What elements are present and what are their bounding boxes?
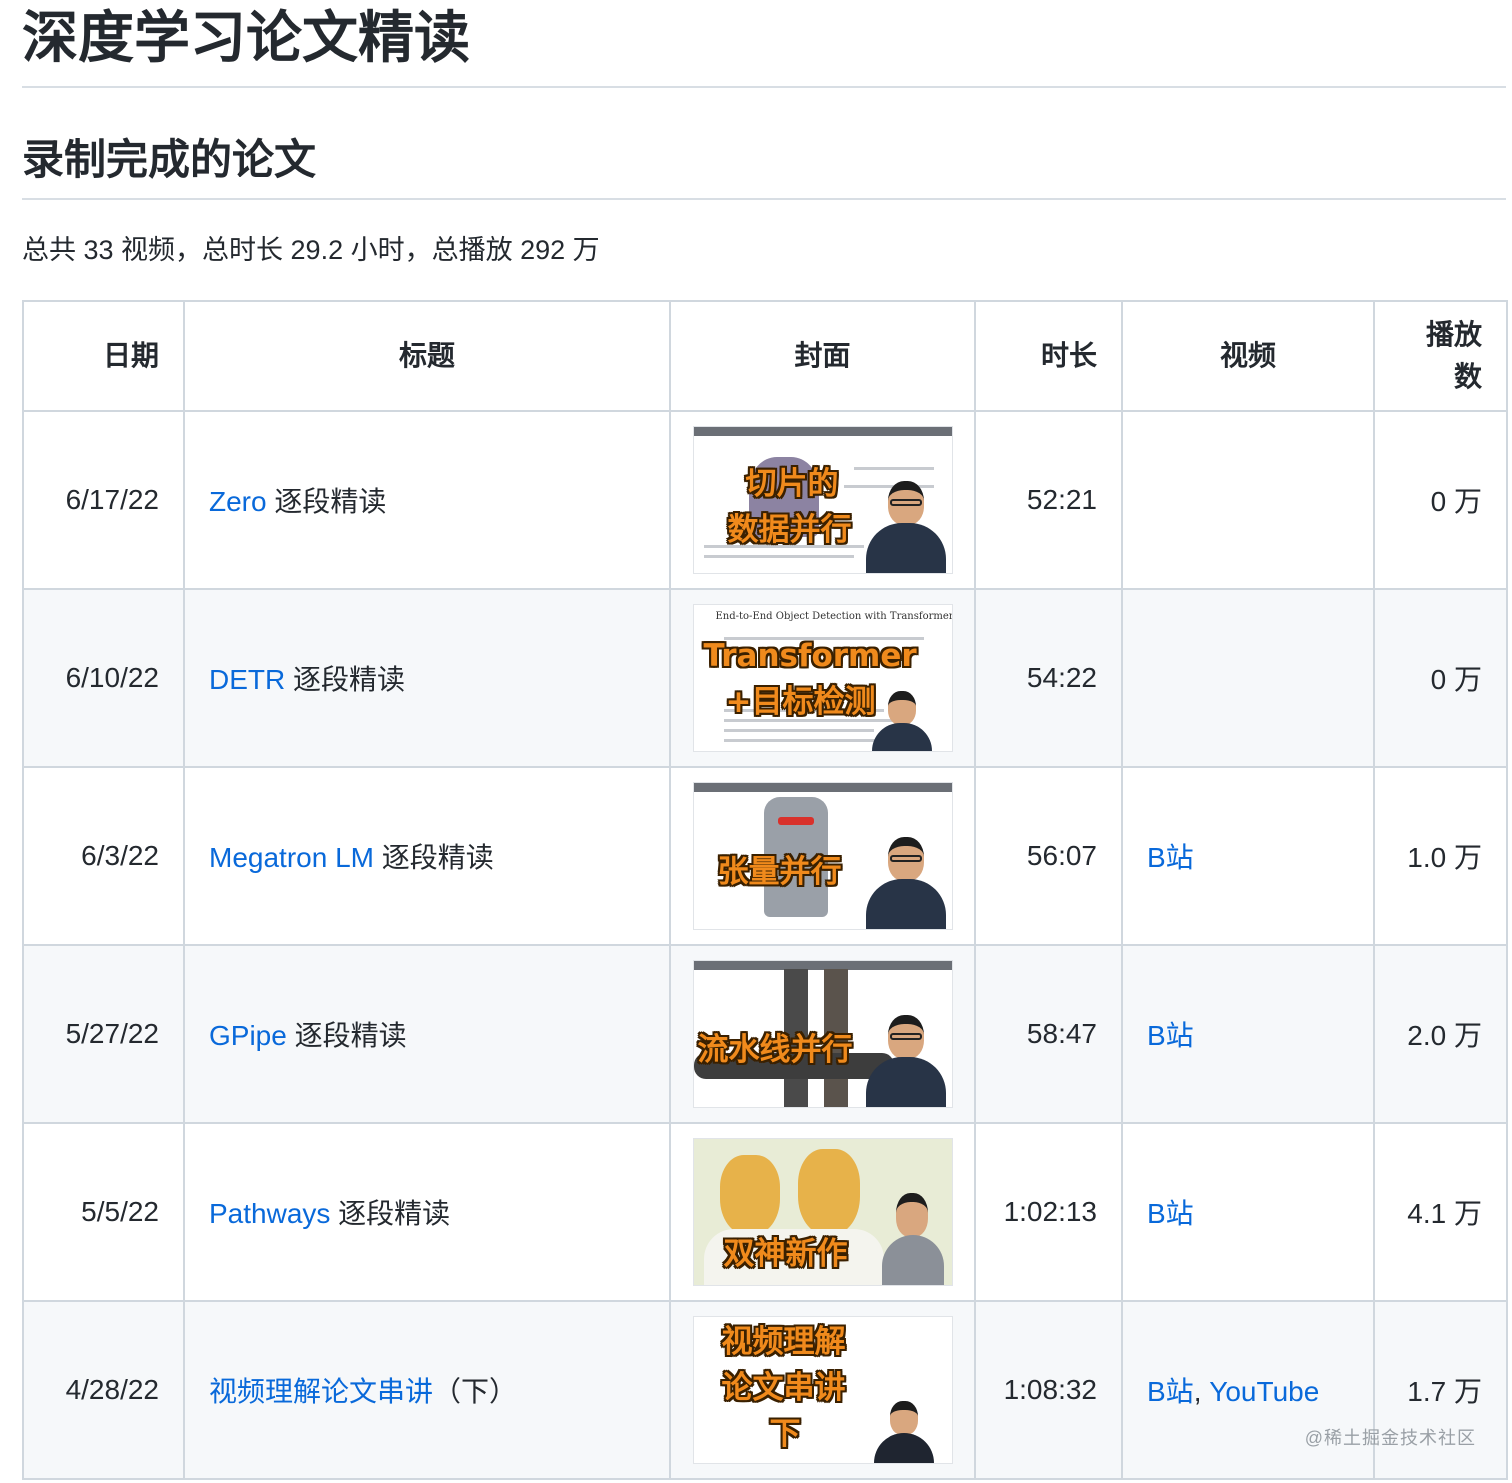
cover-caption-line2: +目标检测: [725, 684, 876, 720]
cover-thumbnail[interactable]: 张量并行: [693, 783, 952, 929]
header-plays: 播放 数: [1373, 300, 1508, 412]
cell-date: 5/27/22: [22, 944, 185, 1124]
paper-link[interactable]: GPipe: [209, 1020, 287, 1051]
cell-cover: 流水线并行: [669, 944, 976, 1124]
title-suffix: 逐段精读: [330, 1198, 451, 1229]
cell-cover: 视频理解 论文串讲 下: [669, 1300, 976, 1480]
caricature-image: [719, 1155, 780, 1235]
cell-video: B站: [1121, 766, 1375, 946]
cover-caption-line2: 论文串讲: [721, 1370, 846, 1406]
title-suffix: （下）: [433, 1376, 518, 1407]
title-suffix: 逐段精读: [373, 842, 494, 873]
link-separator: ,: [1193, 1376, 1210, 1407]
title-suffix: 逐段精读: [285, 664, 406, 695]
cell-duration: 56:07: [974, 766, 1123, 946]
cell-plays: 0 万: [1373, 588, 1508, 768]
header-title: 标题: [183, 300, 671, 412]
presenter-image: [871, 691, 932, 751]
cell-video: [1121, 588, 1375, 768]
cell-title: GPipe 逐段精读: [183, 944, 671, 1124]
cell-duration: 1:08:32: [974, 1300, 1123, 1480]
presenter-image: [873, 1401, 934, 1463]
watermark: @稀土掘金技术社区: [1304, 1428, 1476, 1448]
cover-thumbnail[interactable]: 切片的 数据并行: [693, 427, 952, 573]
table-row: 6/10/22 DETR 逐段精读 End-to-End Object Dete…: [22, 588, 1508, 768]
table-row: 6/3/22 Megatron LM 逐段精读 张量并行 56:07 B站 1.…: [22, 766, 1508, 946]
cell-date: 6/3/22: [22, 766, 185, 946]
cell-plays: 2.0 万: [1373, 944, 1508, 1124]
cell-video: B站: [1121, 944, 1375, 1124]
youtube-link[interactable]: YouTube: [1209, 1376, 1319, 1407]
cell-title: 视频理解论文串讲（下）: [183, 1300, 671, 1480]
cell-title: Zero 逐段精读: [183, 410, 671, 590]
table-row: 6/17/22 Zero 逐段精读 切片的 数据并行 52:21 0 万: [22, 410, 1508, 590]
cell-cover: 双神新作: [669, 1122, 976, 1302]
cell-plays: 1.7 万: [1373, 1300, 1508, 1480]
header-date: 日期: [22, 300, 185, 412]
readme-page: 深度学习论文精读 录制完成的论文 总共 33 视频，总时长 29.2 小时，总播…: [0, 0, 1512, 1483]
summary-text: 总共 33 视频，总时长 29.2 小时，总播放 292 万: [22, 235, 600, 265]
cover-caption-line1: 视频理解: [721, 1324, 846, 1360]
cover-paper-title: End-to-End Object Detection with Transfo…: [715, 611, 952, 622]
cell-date: 6/17/22: [22, 410, 185, 590]
cell-plays: 4.1 万: [1373, 1122, 1508, 1302]
cover-thumbnail[interactable]: 视频理解 论文串讲 下: [693, 1317, 952, 1463]
bilibili-link[interactable]: B站: [1147, 842, 1194, 873]
cell-plays: 0 万: [1373, 410, 1508, 590]
cell-video: [1121, 410, 1375, 590]
cover-thumbnail[interactable]: End-to-End Object Detection with Transfo…: [693, 605, 952, 751]
paper-link[interactable]: Zero: [209, 486, 267, 517]
cell-duration: 52:21: [974, 410, 1123, 590]
cover-caption-line1: Transformer: [703, 638, 917, 674]
cover-caption-line3: 下: [769, 1416, 801, 1452]
bilibili-link[interactable]: B站: [1147, 1376, 1194, 1407]
header-cover: 封面: [669, 300, 976, 412]
section-title: 录制完成的论文: [22, 128, 1506, 200]
cell-title: DETR 逐段精读: [183, 588, 671, 768]
paper-link[interactable]: Pathways: [209, 1198, 330, 1229]
cell-cover: End-to-End Object Detection with Transfo…: [669, 588, 976, 768]
cover-caption-line1: 流水线并行: [697, 1032, 853, 1068]
bilibili-link[interactable]: B站: [1147, 1020, 1194, 1051]
cell-duration: 1:02:13: [974, 1122, 1123, 1302]
table-row: 5/5/22 Pathways 逐段精读 双神新作 1:02:13 B站 4.1…: [22, 1122, 1508, 1302]
cell-cover: 切片的 数据并行: [669, 410, 976, 590]
presenter-image: [865, 481, 946, 573]
cover-caption-line1: 切片的: [745, 466, 839, 502]
cell-plays: 1.0 万: [1373, 766, 1508, 946]
cover-caption-line2: 数据并行: [727, 512, 852, 548]
cell-video: B站, YouTube: [1121, 1300, 1375, 1480]
page-title: 深度学习论文精读: [22, 0, 1506, 88]
cell-date: 5/5/22: [22, 1122, 185, 1302]
cell-title: Pathways 逐段精读: [183, 1122, 671, 1302]
papers-table: 日期 标题 封面 时长 视频 播放 数 6/17/22 Zero 逐段精读 切片…: [22, 300, 1508, 1480]
header-video: 视频: [1121, 300, 1375, 412]
cell-date: 6/10/22: [22, 588, 185, 768]
cell-duration: 54:22: [974, 588, 1123, 768]
presenter-image: [881, 1193, 944, 1285]
cell-duration: 58:47: [974, 944, 1123, 1124]
presenter-image: [865, 1015, 946, 1107]
table-header-row: 日期 标题 封面 时长 视频 播放 数: [22, 300, 1508, 412]
bilibili-link[interactable]: B站: [1147, 1198, 1194, 1229]
cover-thumbnail[interactable]: 双神新作: [693, 1139, 952, 1285]
cell-title: Megatron LM 逐段精读: [183, 766, 671, 946]
cell-video: B站: [1121, 1122, 1375, 1302]
paper-link[interactable]: Megatron LM: [209, 842, 374, 873]
title-suffix: 逐段精读: [266, 486, 387, 517]
cell-date: 4/28/22: [22, 1300, 185, 1480]
presenter-image: [865, 837, 946, 929]
table-row: 5/27/22 GPipe 逐段精读 流水线并行 58:47 B站 2.0 万: [22, 944, 1508, 1124]
cell-cover: 张量并行: [669, 766, 976, 946]
cover-caption-line1: 双神新作: [723, 1236, 848, 1272]
title-suffix: 逐段精读: [286, 1020, 407, 1051]
table-row: 4/28/22 视频理解论文串讲（下） 视频理解 论文串讲 下 1:08:32 …: [22, 1300, 1508, 1480]
cover-thumbnail[interactable]: 流水线并行: [693, 961, 952, 1107]
header-duration: 时长: [974, 300, 1123, 412]
paper-link[interactable]: DETR: [209, 664, 285, 695]
cover-caption-line1: 张量并行: [717, 854, 842, 890]
paper-link[interactable]: 视频理解论文串讲: [209, 1376, 433, 1407]
